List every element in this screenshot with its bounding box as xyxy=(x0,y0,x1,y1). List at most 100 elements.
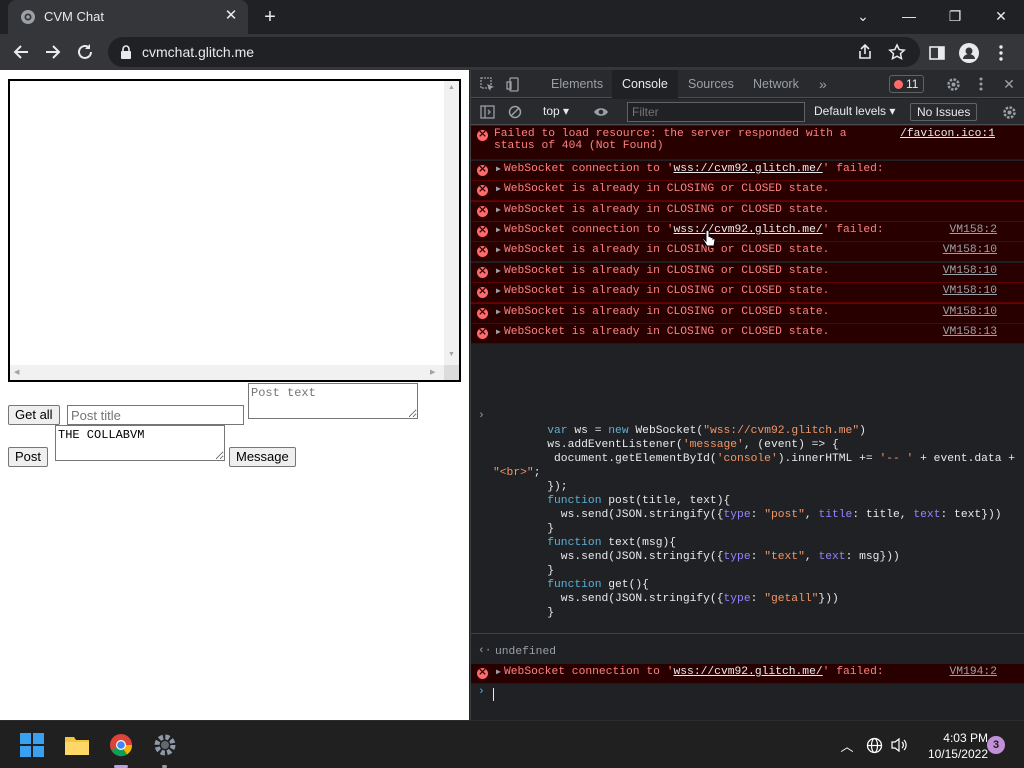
expand-triangle-icon[interactable]: ▶ xyxy=(496,245,501,255)
tab-close-icon[interactable]: ✕ xyxy=(222,7,240,25)
scroll-left-icon[interactable]: ◀ xyxy=(14,368,19,376)
side-panel-button[interactable] xyxy=(926,42,948,64)
scroll-up-icon[interactable]: ▲ xyxy=(448,84,455,91)
horizontal-scrollbar[interactable]: ◀ ▶ xyxy=(10,365,444,380)
scroll-down-icon[interactable]: ▼ xyxy=(448,351,455,358)
expand-triangle-icon[interactable]: ▶ xyxy=(496,327,501,337)
arrow-left-icon xyxy=(13,45,28,59)
console-filter-input[interactable] xyxy=(627,102,805,122)
profile-button[interactable] xyxy=(958,42,980,64)
reload-button[interactable] xyxy=(72,39,98,65)
console-settings-gear-icon[interactable] xyxy=(1001,104,1017,120)
browser-tab[interactable]: CVM Chat ✕ xyxy=(8,0,248,34)
error-source-link[interactable]: VM158:10 xyxy=(943,285,997,297)
close-devtools-icon[interactable]: ✕ xyxy=(1001,76,1017,92)
result-text: undefined xyxy=(495,646,557,658)
log-levels-dropdown[interactable]: Default levels ▾ xyxy=(814,104,895,118)
console-error-row[interactable]: ▶WebSocket is already in CLOSING or CLOS… xyxy=(471,181,1024,201)
expand-triangle-icon[interactable]: ▶ xyxy=(496,205,501,215)
new-tab-icon[interactable]: + xyxy=(258,6,282,28)
console-error-row[interactable]: ▶WebSocket is already in CLOSING or CLOS… xyxy=(471,283,1024,303)
volume-icon[interactable] xyxy=(890,736,908,754)
vertical-scrollbar[interactable]: ▲ ▼ xyxy=(444,81,459,365)
sidebar-toggle-icon[interactable] xyxy=(479,104,495,120)
context-label: top xyxy=(543,104,560,118)
settings-gear-icon[interactable] xyxy=(945,76,961,92)
console-error-row[interactable]: Failed to load resource: the server resp… xyxy=(471,126,1024,160)
post-button[interactable]: Post xyxy=(8,447,49,467)
console-error-row[interactable]: ▶ WebSocket connection to 'wss://cvm92.g… xyxy=(471,664,1024,684)
console-output[interactable]: Failed to load resource: the server resp… xyxy=(471,126,1024,720)
start-button[interactable] xyxy=(16,729,48,761)
console-error-row[interactable]: ▶WebSocket is already in CLOSING or CLOS… xyxy=(471,202,1024,222)
forward-button[interactable] xyxy=(40,39,66,65)
device-toolbar-icon[interactable] xyxy=(505,76,521,92)
message-textarea[interactable] xyxy=(55,425,225,461)
minimize-icon[interactable]: — xyxy=(886,0,932,32)
error-message: WebSocket is already in CLOSING or CLOSE… xyxy=(504,183,830,195)
notification-badge[interactable]: 3 xyxy=(987,736,1005,754)
error-count-badge[interactable]: 11 xyxy=(889,75,925,93)
globe-icon xyxy=(21,10,35,24)
error-source-link[interactable]: /favicon.ico:1 xyxy=(900,128,995,140)
window-close-icon[interactable]: ✕ xyxy=(978,0,1024,32)
error-icon xyxy=(477,264,488,278)
tab-search-icon[interactable]: ⌄ xyxy=(840,0,886,32)
post-title-input[interactable] xyxy=(67,405,244,425)
devtools-menu-icon[interactable] xyxy=(973,76,989,92)
expand-triangle-icon[interactable]: ▶ xyxy=(496,667,501,677)
issues-button[interactable]: No Issues xyxy=(910,103,978,121)
expand-triangle-icon[interactable]: ▶ xyxy=(496,184,501,194)
console-error-row[interactable]: ▶WebSocket is already in CLOSING or CLOS… xyxy=(471,263,1024,283)
tab-sources[interactable]: Sources xyxy=(678,70,744,98)
chevron-up-icon[interactable]: ︿ xyxy=(838,736,856,754)
message-button[interactable]: Message xyxy=(229,447,296,467)
address-bar[interactable]: cvmchat.glitch.me xyxy=(108,37,920,67)
console-error-row[interactable]: ▶WebSocket is already in CLOSING or CLOS… xyxy=(471,324,1024,344)
restore-icon[interactable]: ❐ xyxy=(932,0,978,32)
clear-console-icon[interactable] xyxy=(507,104,523,120)
settings-app-button[interactable] xyxy=(149,729,181,761)
error-message: WebSocket is already in CLOSING or CLOSE… xyxy=(504,306,830,318)
chrome-button[interactable] xyxy=(105,729,137,761)
tab-network[interactable]: Network xyxy=(743,70,809,98)
get-all-button[interactable]: Get all xyxy=(8,405,60,425)
expand-triangle-icon[interactable]: ▶ xyxy=(496,307,501,317)
menu-button[interactable] xyxy=(990,42,1012,64)
error-source-link[interactable]: VM158:10 xyxy=(943,306,997,318)
bookmark-star-icon[interactable] xyxy=(888,43,906,61)
error-source-link[interactable]: VM158:2 xyxy=(950,224,997,236)
error-source-link[interactable]: VM158:10 xyxy=(943,244,997,256)
tab-console[interactable]: Console xyxy=(612,70,678,98)
expand-triangle-icon[interactable]: ▶ xyxy=(496,266,501,276)
console-error-row[interactable]: ▶WebSocket connection to 'wss://cvm92.gl… xyxy=(471,222,1024,242)
tab-elements[interactable]: Elements xyxy=(541,70,613,98)
network-globe-icon[interactable] xyxy=(865,736,883,754)
expand-triangle-icon[interactable]: ▶ xyxy=(496,286,501,296)
share-icon[interactable] xyxy=(856,43,874,61)
windows-taskbar: ︿ 4:03 PM 10/15/2022 3 xyxy=(0,720,1024,768)
context-selector[interactable]: top ▾ xyxy=(543,104,569,118)
expand-triangle-icon[interactable]: ▶ xyxy=(496,225,501,235)
error-source-link[interactable]: VM158:10 xyxy=(943,265,997,277)
chat-console-box[interactable]: ▲ ▼ ◀ ▶ xyxy=(8,79,461,382)
side-panel-icon xyxy=(929,46,945,60)
error-source-link[interactable]: VM194:2 xyxy=(950,666,997,678)
more-tabs-icon[interactable]: » xyxy=(809,70,837,98)
prompt-chevron-icon: › xyxy=(478,410,485,422)
post-text-textarea[interactable] xyxy=(248,383,418,419)
error-source-link[interactable]: VM158:13 xyxy=(943,326,997,338)
code-block: var ws = new WebSocket("wss://cvm92.glit… xyxy=(493,425,1016,619)
page-viewport: ▲ ▼ ◀ ▶ Get all Post Message xyxy=(0,70,469,720)
inspect-element-icon[interactable] xyxy=(479,76,495,92)
system-clock[interactable]: 4:03 PM 10/15/2022 xyxy=(914,730,988,762)
console-error-row[interactable]: ▶WebSocket connection to 'wss://cvm92.gl… xyxy=(471,161,1024,181)
expand-triangle-icon[interactable]: ▶ xyxy=(496,164,501,174)
scroll-right-icon[interactable]: ▶ xyxy=(430,368,435,376)
back-button[interactable] xyxy=(8,39,34,65)
file-explorer-button[interactable] xyxy=(61,729,93,761)
console-error-row[interactable]: ▶WebSocket is already in CLOSING or CLOS… xyxy=(471,242,1024,262)
console-prompt[interactable]: › xyxy=(471,686,1024,706)
live-expression-eye-icon[interactable] xyxy=(593,104,609,120)
console-error-row[interactable]: ▶WebSocket is already in CLOSING or CLOS… xyxy=(471,304,1024,324)
